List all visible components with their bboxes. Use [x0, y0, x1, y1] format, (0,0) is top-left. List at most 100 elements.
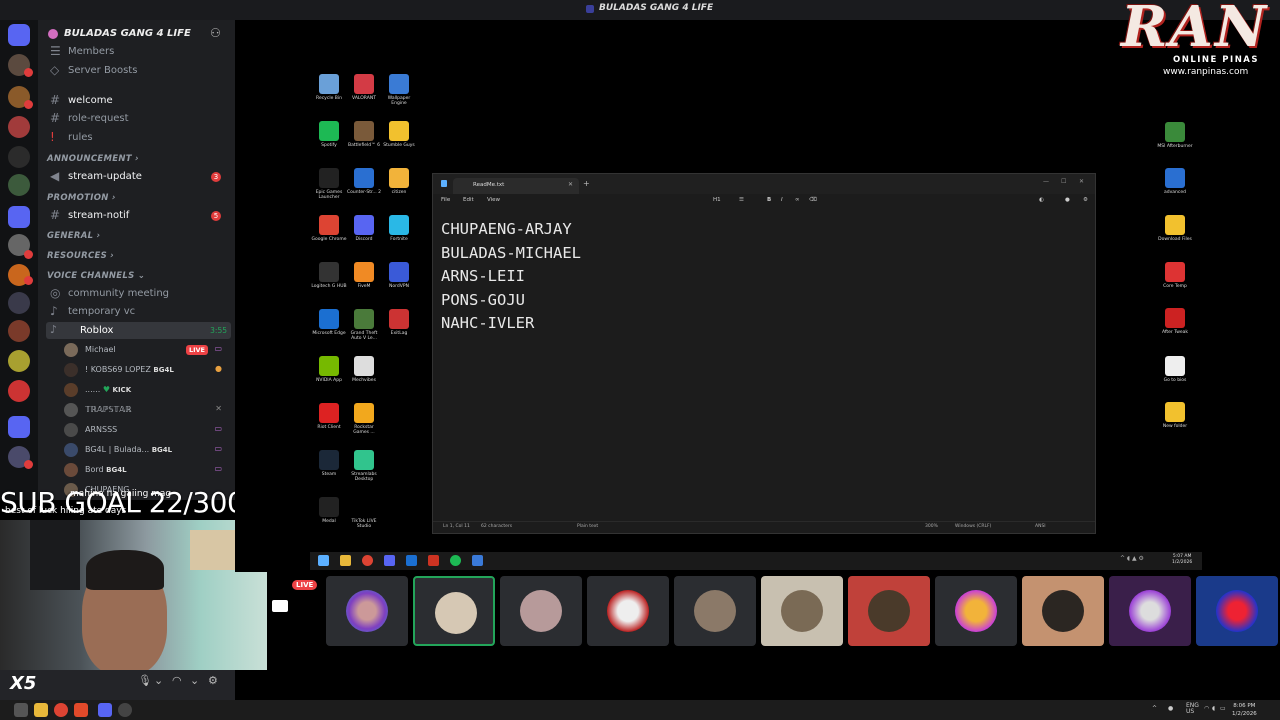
volume-icon[interactable]: ◖: [1212, 705, 1215, 712]
participant-tile[interactable]: [761, 576, 843, 646]
battery-icon[interactable]: ▭: [1220, 705, 1226, 712]
invite-people-icon[interactable]: ⚇: [210, 26, 221, 40]
shortcut-label: Logitech G HUB: [311, 284, 347, 289]
app-icon[interactable]: [74, 703, 88, 717]
new-tab-icon[interactable]: +: [583, 179, 590, 188]
app-icon[interactable]: [14, 703, 28, 717]
server-icon[interactable]: [8, 320, 30, 342]
participant-tile[interactable]: [500, 576, 582, 646]
desktop-shortcut: Spotify: [311, 121, 347, 148]
server-boosts-item[interactable]: ◇ Server Boosts: [46, 62, 231, 80]
app-icon[interactable]: [118, 703, 132, 717]
microphone-icon[interactable]: ●: [1168, 705, 1173, 712]
shortcut-label: New folder: [1162, 424, 1188, 429]
maximize-icon[interactable]: ☐: [1061, 178, 1066, 185]
voice-member[interactable]: 𝕋ℝ𝔸ℙ𝕊𝕋𝔸ℝ ✕: [60, 401, 230, 419]
avatar: [64, 423, 78, 437]
link-icon[interactable]: ∞: [795, 197, 800, 203]
discord-home-icon[interactable]: [8, 24, 30, 46]
settings-icon[interactable]: ⚙: [1083, 197, 1088, 203]
voice-member[interactable]: ARNSSS ▭: [60, 421, 230, 439]
server-icon[interactable]: [8, 292, 30, 314]
folder-icon[interactable]: [8, 416, 30, 438]
server-icon[interactable]: [8, 380, 30, 402]
avatar: [64, 463, 78, 477]
folder-icon[interactable]: [8, 206, 30, 228]
participant-tile[interactable]: [935, 576, 1017, 646]
italic-icon[interactable]: I: [781, 197, 783, 203]
chevron-down-icon[interactable]: ⌄: [190, 674, 199, 687]
participant-tile[interactable]: [674, 576, 756, 646]
file-explorer-icon[interactable]: [34, 703, 48, 717]
participant-tile[interactable]: [848, 576, 930, 646]
gear-icon[interactable]: ⚙: [208, 674, 218, 687]
headphones-icon[interactable]: ◠: [172, 674, 182, 687]
server-icon[interactable]: [8, 174, 30, 196]
participant-tile[interactable]: [326, 576, 408, 646]
category-voice-channels[interactable]: VOICE CHANNELS ⌄: [47, 271, 145, 281]
discord-icon[interactable]: [98, 703, 112, 717]
menu-view[interactable]: View: [487, 197, 500, 203]
wifi-icon[interactable]: ◠: [1204, 705, 1209, 712]
activity-icon: ●: [215, 364, 222, 373]
shortcut-label: Wallpaper Engine: [387, 96, 411, 106]
system-clock[interactable]: 8:06 PM 1/2/2026: [1232, 702, 1257, 718]
voice-member[interactable]: ! KOBS69 LOPEZ BG4L ●: [60, 361, 230, 379]
tray-chevron-icon[interactable]: ^: [1152, 705, 1157, 712]
server-icon[interactable]: [8, 146, 30, 168]
chrome-icon[interactable]: [54, 703, 68, 717]
shortcut-label: Google Chrome: [311, 237, 347, 242]
close-icon[interactable]: ✕: [1079, 178, 1084, 185]
voice-channel-roblox[interactable]: ♪ Roblox 3:55: [46, 322, 231, 339]
shortcut-label: Stumble Guys: [383, 143, 415, 148]
category-announcement[interactable]: ANNOUNCEMENT ›: [47, 154, 139, 164]
account-icon[interactable]: ●: [1065, 197, 1070, 203]
menu-file[interactable]: File: [441, 197, 450, 203]
channel-welcome[interactable]: # welcome: [46, 92, 231, 110]
participant-tile[interactable]: [1022, 576, 1104, 646]
server-icon[interactable]: [8, 116, 30, 138]
channel-role-request[interactable]: # role-request: [46, 110, 231, 128]
category-general[interactable]: GENERAL ›: [47, 231, 100, 241]
clear-format-icon[interactable]: ⌫: [809, 197, 817, 203]
shortcut-label: Go to bios: [1163, 378, 1187, 383]
channel-stream-update[interactable]: ◀ stream-update 3: [46, 168, 231, 186]
microphone-icon[interactable]: 🎙: [138, 674, 152, 687]
desktop-shortcut: TikTok LIVE Studio: [346, 497, 382, 529]
participant-tile[interactable]: [413, 576, 495, 646]
voice-channel-community-meeting[interactable]: ◎ community meeting: [46, 285, 231, 303]
members-item[interactable]: ☰ Members: [46, 43, 231, 61]
notepad-text-area[interactable]: CHUPAENG-ARJAY BULADAS-MICHAEL ARNS-LEII…: [441, 218, 581, 336]
voice-member[interactable]: Bord BG4L ▭: [60, 461, 230, 479]
copilot-icon[interactable]: ◐: [1039, 197, 1044, 203]
minimize-icon[interactable]: —: [1043, 178, 1049, 185]
notepad-tab[interactable]: ReadMe.txt ✕: [453, 178, 579, 194]
chevron-down-icon[interactable]: ⌄: [154, 674, 163, 687]
voice-channel-temporary-vc[interactable]: ♪ temporary vc: [46, 303, 231, 321]
category-promotion[interactable]: PROMOTION ›: [47, 193, 116, 203]
channel-rules[interactable]: ! rules: [46, 129, 231, 147]
category-resources[interactable]: RESOURCES ›: [47, 251, 114, 261]
heading-dropdown[interactable]: H1: [713, 197, 721, 203]
notepad-window: ReadMe.txt ✕ + — ☐ ✕ File Edit View H1 ☰…: [432, 173, 1096, 534]
server-icon[interactable]: [8, 350, 30, 372]
voice-member[interactable]: Michael LIVE ▭: [60, 341, 230, 359]
participant-tile[interactable]: [587, 576, 669, 646]
avatar: [64, 383, 78, 397]
line-ending: Windows (CRLF): [955, 524, 992, 529]
app-icon: [319, 121, 339, 141]
participant-tile[interactable]: [1109, 576, 1191, 646]
menu-edit[interactable]: Edit: [463, 197, 474, 203]
unread-count: 5: [211, 211, 221, 221]
bold-icon[interactable]: B: [767, 197, 771, 203]
participant-tile[interactable]: [1196, 576, 1278, 646]
channel-stream-notif[interactable]: # stream-notif 5: [46, 207, 231, 225]
screen-share-icon[interactable]: [272, 600, 288, 612]
language-indicator[interactable]: ENG US: [1186, 703, 1199, 715]
close-tab-icon[interactable]: ✕: [568, 181, 573, 188]
voice-member[interactable]: BG4L | Bulada... BG4L ▭: [60, 441, 230, 459]
voice-member[interactable]: ...... ♥ KICK: [60, 381, 230, 399]
list-icon[interactable]: ☰: [739, 197, 744, 203]
app-icon: [1165, 215, 1185, 235]
avatar: [781, 590, 823, 632]
